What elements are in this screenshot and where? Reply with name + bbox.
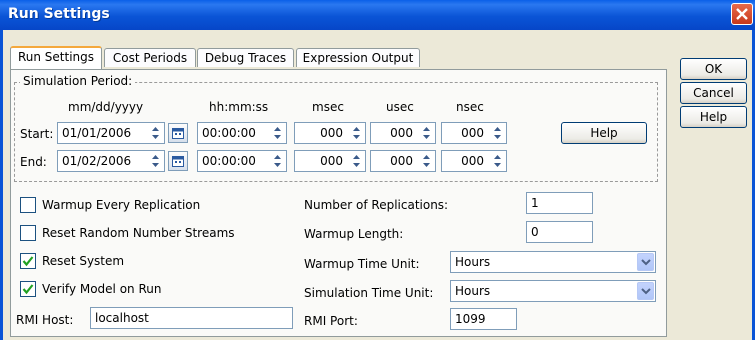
- checkmark-icon: [22, 284, 34, 295]
- rmi-host-field[interactable]: localhost: [90, 307, 293, 329]
- msec-header: msec: [312, 100, 344, 114]
- rmi-host-label: RMI Host:: [16, 313, 74, 327]
- start-msec-field[interactable]: 000: [294, 122, 366, 144]
- replications-label: Number of Replications:: [304, 198, 449, 212]
- checkmark-icon: [22, 256, 34, 267]
- rmi-port-field[interactable]: 1099: [450, 308, 517, 330]
- spinner-icon[interactable]: [270, 152, 285, 170]
- spinner-icon[interactable]: [148, 124, 163, 142]
- warmup-length-label: Warmup Length:: [304, 227, 404, 241]
- reset-system-checkbox[interactable]: [20, 253, 36, 269]
- calendar-icon: [172, 128, 184, 139]
- end-date-value: 01/02/2006: [62, 154, 132, 168]
- spinner-icon[interactable]: [148, 152, 163, 170]
- tab-run-settings[interactable]: Run Settings: [10, 46, 102, 69]
- start-time-field[interactable]: 00:00:00: [197, 122, 287, 144]
- spinner-icon[interactable]: [490, 124, 505, 142]
- verify-model-label: Verify Model on Run: [42, 282, 162, 296]
- start-usec-field[interactable]: 000: [370, 122, 436, 144]
- start-calendar-button[interactable]: [168, 123, 188, 143]
- start-date-value: 01/01/2006: [62, 126, 132, 140]
- usec-header: usec: [386, 100, 414, 114]
- end-usec-field[interactable]: 000: [370, 150, 436, 172]
- window-title: Run Settings: [8, 6, 110, 22]
- chevron-down-icon[interactable]: [637, 253, 654, 271]
- start-date-field[interactable]: 01/01/2006: [57, 122, 165, 144]
- cancel-button[interactable]: Cancel: [680, 82, 747, 104]
- warmup-length-field[interactable]: 0: [526, 221, 593, 243]
- warmup-every-replication-label: Warmup Every Replication: [42, 198, 201, 212]
- reset-random-streams-label: Reset Random Number Streams: [42, 226, 235, 240]
- end-msec-value: 000: [320, 154, 343, 168]
- ok-button[interactable]: OK: [680, 58, 747, 80]
- tab-expression-output[interactable]: Expression Output: [296, 48, 420, 67]
- date-format-header: mm/dd/yyyy: [68, 100, 144, 114]
- nsec-header: nsec: [456, 100, 484, 114]
- start-nsec-field[interactable]: 000: [441, 122, 507, 144]
- sim-time-unit-label: Simulation Time Unit:: [304, 286, 434, 300]
- end-usec-value: 000: [390, 154, 413, 168]
- chevron-down-icon[interactable]: [637, 282, 654, 300]
- time-format-header: hh:mm:ss: [209, 100, 269, 114]
- end-msec-field[interactable]: 000: [294, 150, 366, 172]
- spinner-icon[interactable]: [349, 124, 364, 142]
- sim-time-unit-select[interactable]: Hours: [450, 280, 656, 302]
- close-icon: [736, 8, 748, 20]
- replications-field[interactable]: 1: [526, 192, 593, 214]
- spinner-icon[interactable]: [419, 152, 434, 170]
- simulation-help-button[interactable]: Help: [561, 122, 647, 144]
- spinner-icon[interactable]: [419, 124, 434, 142]
- end-label: End:: [20, 155, 47, 169]
- simulation-period-label: Simulation Period:: [20, 74, 136, 88]
- dialog-help-button[interactable]: Help: [680, 106, 747, 128]
- warmup-time-unit-value: Hours: [455, 255, 491, 269]
- start-msec-value: 000: [320, 126, 343, 140]
- tab-cost-periods[interactable]: Cost Periods: [104, 48, 196, 67]
- warmup-every-replication-checkbox[interactable]: [20, 197, 36, 213]
- end-date-field[interactable]: 01/02/2006: [57, 150, 165, 172]
- start-label: Start:: [20, 127, 54, 141]
- sim-time-unit-value: Hours: [455, 284, 491, 298]
- spinner-icon[interactable]: [490, 152, 505, 170]
- tab-debug-traces[interactable]: Debug Traces: [197, 48, 294, 67]
- end-nsec-value: 000: [461, 154, 484, 168]
- spinner-icon[interactable]: [270, 124, 285, 142]
- close-button[interactable]: [731, 3, 753, 25]
- verify-model-checkbox[interactable]: [20, 281, 36, 297]
- start-usec-value: 000: [390, 126, 413, 140]
- end-time-value: 00:00:00: [202, 154, 256, 168]
- title-bar: Run Settings: [0, 0, 755, 30]
- start-time-value: 00:00:00: [202, 126, 256, 140]
- reset-system-label: Reset System: [42, 254, 125, 268]
- warmup-time-unit-select[interactable]: Hours: [450, 251, 656, 273]
- end-time-field[interactable]: 00:00:00: [197, 150, 287, 172]
- spinner-icon[interactable]: [349, 152, 364, 170]
- start-nsec-value: 000: [461, 126, 484, 140]
- reset-random-streams-checkbox[interactable]: [20, 225, 36, 241]
- calendar-icon: [172, 156, 184, 167]
- end-calendar-button[interactable]: [168, 151, 188, 171]
- end-nsec-field[interactable]: 000: [441, 150, 507, 172]
- rmi-port-label: RMI Port:: [304, 314, 358, 328]
- warmup-time-unit-label: Warmup Time Unit:: [304, 257, 420, 271]
